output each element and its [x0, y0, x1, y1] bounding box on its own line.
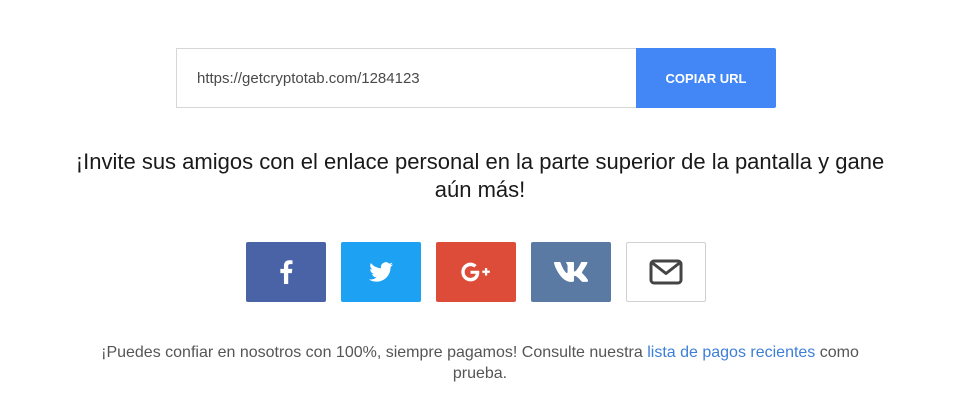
email-share-button[interactable]: [626, 242, 706, 302]
invite-headline-line1: ¡Invite sus amigos con el enlace persona…: [75, 149, 885, 174]
invite-headline: ¡Invite sus amigos con el enlace persona…: [0, 148, 960, 204]
referral-url-row: COPIAR URL: [176, 48, 776, 108]
google-plus-share-button[interactable]: [436, 242, 516, 302]
envelope-icon: [649, 259, 683, 285]
referral-page: COPIAR URL ¡Invite sus amigos con el enl…: [0, 0, 960, 403]
referral-url-field[interactable]: [176, 48, 636, 108]
facebook-share-button[interactable]: [246, 242, 326, 302]
trust-message: ¡Puedes confiar en nosotros con 100%, si…: [0, 342, 960, 384]
google-plus-icon: [461, 262, 490, 282]
facebook-icon: [280, 260, 293, 284]
vk-share-button[interactable]: [531, 242, 611, 302]
trust-text-line2: prueba.: [452, 365, 508, 382]
share-buttons: [246, 242, 706, 302]
twitter-share-button[interactable]: [341, 242, 421, 302]
twitter-icon: [369, 262, 393, 282]
copy-url-button[interactable]: COPIAR URL: [636, 48, 776, 108]
trust-text-before: ¡Puedes confiar en nosotros con 100%, si…: [101, 344, 648, 361]
trust-text-after: como: [815, 344, 859, 361]
invite-headline-line2: aún más!: [434, 177, 526, 202]
vk-icon: [554, 262, 588, 282]
recent-payments-link[interactable]: lista de pagos recientes: [647, 344, 815, 361]
